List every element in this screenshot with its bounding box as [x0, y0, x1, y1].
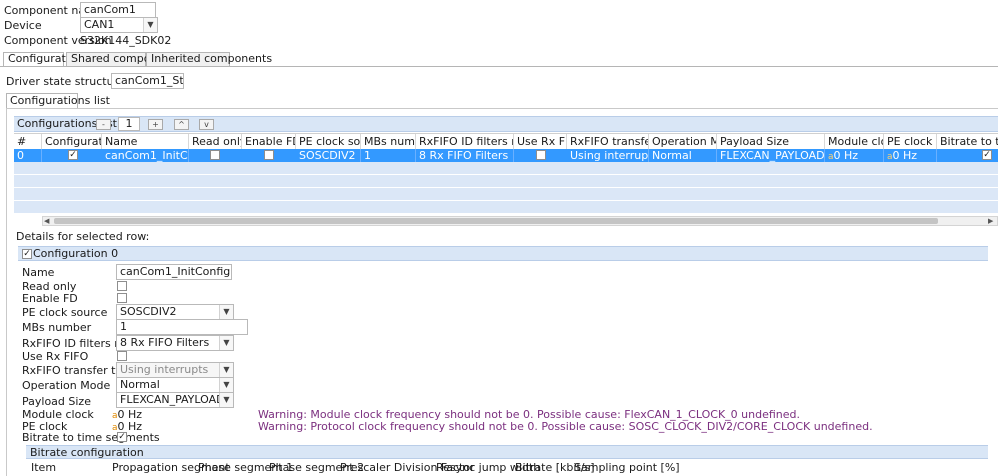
col-rxfifo-filters[interactable]: RxFIFO ID filters number	[416, 134, 514, 149]
pe-clock-warning: Warning: Protocol clock frequency should…	[258, 420, 873, 433]
col-transfer-type[interactable]: RxFIFO transfer type	[567, 134, 649, 149]
tab-configurations[interactable]: Configurations	[3, 52, 88, 67]
row-payload-size[interactable]: FLEXCAN_PAYLOAD_SIZE_8	[717, 149, 825, 162]
row-pe-clock-source[interactable]: SOSCDIV2	[296, 149, 361, 162]
col-bitrate[interactable]: Bitrate to time	[937, 134, 998, 149]
bitrate-col-item[interactable]: Item	[31, 461, 56, 474]
move-up-button[interactable]: ^	[174, 119, 189, 130]
row-mbs-number[interactable]: 1	[361, 149, 416, 162]
row-pe-clock: a0 Hz	[884, 149, 937, 162]
rxfifo-filters-select[interactable]: 8 Rx FIFO Filters ▼	[116, 335, 234, 351]
col-index[interactable]: #	[14, 134, 42, 149]
bitrate-col-sampling[interactable]: Sampling point [%]	[574, 461, 680, 474]
mbs-number-input[interactable]: 1	[116, 319, 248, 335]
col-name[interactable]: Name	[102, 134, 189, 149]
row-use-rx-fifo-checkbox[interactable]	[536, 150, 546, 160]
chevron-down-icon: ▼	[143, 18, 157, 32]
name-label: Name	[22, 266, 55, 279]
name-input[interactable]: canCom1_InitConfig0	[116, 264, 232, 280]
chevron-down-icon: ▼	[219, 305, 233, 319]
device-select[interactable]: CAN1 ▼	[80, 17, 158, 33]
remove-row-button[interactable]: -	[96, 119, 111, 130]
operation-mode-label: Operation Mode	[22, 379, 111, 392]
col-enable-fd[interactable]: Enable FD	[242, 134, 296, 149]
configuration0-header	[18, 246, 988, 261]
payload-size-select[interactable]: FLEXCAN_PAYLOAD_SIZE_8 ▼	[116, 392, 234, 408]
col-configuration[interactable]: Configuration	[42, 134, 102, 149]
row-name[interactable]: canCom1_InitConfig0	[102, 149, 189, 162]
scrollbar-thumb[interactable]	[54, 218, 938, 224]
mbs-number-label: MBs number	[22, 321, 92, 334]
pe-clock-source-value: SOSCDIV2	[120, 305, 177, 318]
device-label: Device	[4, 19, 42, 32]
chevron-down-icon: ▼	[219, 363, 233, 377]
enable-fd-checkbox[interactable]	[117, 293, 127, 303]
component-version-value: S32K144_SDK02	[80, 34, 172, 47]
col-use-rx-fifo[interactable]: Use Rx FIFO	[514, 134, 567, 149]
col-payload-size[interactable]: Payload Size	[717, 134, 825, 149]
row-read-only-checkbox[interactable]	[210, 150, 220, 160]
use-rx-fifo-label: Use Rx FIFO	[22, 350, 89, 363]
row-module-clock: a0 Hz	[825, 149, 884, 162]
component-name-input[interactable]: canCom1	[80, 2, 156, 18]
row-configuration-checkbox[interactable]: ✓	[68, 150, 78, 160]
col-pe-clock-source[interactable]: PE clock source	[296, 134, 361, 149]
tab-inherited-components[interactable]: Inherited components	[146, 52, 272, 66]
transfer-type-value: Using interrupts	[120, 363, 209, 376]
row-rxfifo-filters[interactable]: 8 Rx FIFO Filters	[416, 149, 514, 162]
col-operation-mode[interactable]: Operation Mode	[649, 134, 717, 149]
row-enable-fd-checkbox[interactable]	[264, 150, 274, 160]
bitrate-label: Bitrate to time segments	[22, 431, 160, 444]
move-down-button[interactable]: v	[199, 119, 214, 130]
scroll-left-icon[interactable]: ◀	[44, 216, 52, 226]
bitrate-config-title: Bitrate configuration	[30, 446, 144, 459]
grid-empty-rows	[14, 162, 998, 214]
row-index: 0	[14, 149, 42, 162]
tab-shared-components[interactable]: Shared components	[66, 52, 181, 66]
tab-divider	[0, 66, 998, 67]
col-pe-clock[interactable]: PE clock	[884, 134, 937, 149]
row-bitrate-checkbox[interactable]: ✓	[982, 150, 992, 160]
details-label: Details for selected row:	[16, 230, 150, 243]
driver-state-input[interactable]: canCom1_State	[111, 73, 184, 89]
row-module-clock-value: 0 Hz	[833, 149, 859, 162]
col-module-clock[interactable]: Module clock	[825, 134, 884, 149]
operation-mode-select[interactable]: Normal ▼	[116, 377, 234, 393]
row-operation-mode[interactable]: Normal	[649, 149, 717, 162]
bitrate-config-header	[26, 445, 988, 459]
read-only-checkbox[interactable]	[117, 281, 127, 291]
chevron-down-icon: ▼	[219, 393, 233, 407]
row-count-input[interactable]: 1	[118, 117, 140, 131]
chevron-down-icon: ▼	[219, 378, 233, 392]
operation-mode-value: Normal	[120, 378, 160, 391]
col-mbs-number[interactable]: MBs number	[361, 134, 416, 149]
pe-clock-source-label: PE clock source	[22, 306, 108, 319]
payload-size-value: FLEXCAN_PAYLOAD_SIZE_8	[120, 393, 233, 406]
transfer-type-select[interactable]: Using interrupts ▼	[116, 362, 234, 378]
device-select-value: CAN1	[84, 18, 115, 31]
configuration0-checkbox[interactable]: ✓	[22, 249, 32, 259]
enable-fd-label: Enable FD	[22, 292, 78, 305]
add-row-button[interactable]: +	[148, 119, 163, 130]
use-rx-fifo-checkbox[interactable]	[117, 351, 127, 361]
configuration0-title: Configuration 0	[33, 247, 119, 260]
scroll-right-icon[interactable]: ▶	[988, 216, 996, 226]
tab-configurations-list[interactable]: Configurations list	[6, 93, 110, 109]
row-transfer-type[interactable]: Using interrupts	[567, 149, 649, 162]
rxfifo-filters-value: 8 Rx FIFO Filters	[120, 336, 210, 349]
col-read-only[interactable]: Read only	[189, 134, 242, 149]
row-pe-clock-value: 0 Hz	[892, 149, 918, 162]
bitrate-checkbox[interactable]: ✓	[117, 432, 127, 442]
payload-size-label: Payload Size	[22, 395, 91, 408]
chevron-down-icon: ▼	[219, 336, 233, 350]
pe-clock-source-select[interactable]: SOSCDIV2 ▼	[116, 304, 234, 320]
